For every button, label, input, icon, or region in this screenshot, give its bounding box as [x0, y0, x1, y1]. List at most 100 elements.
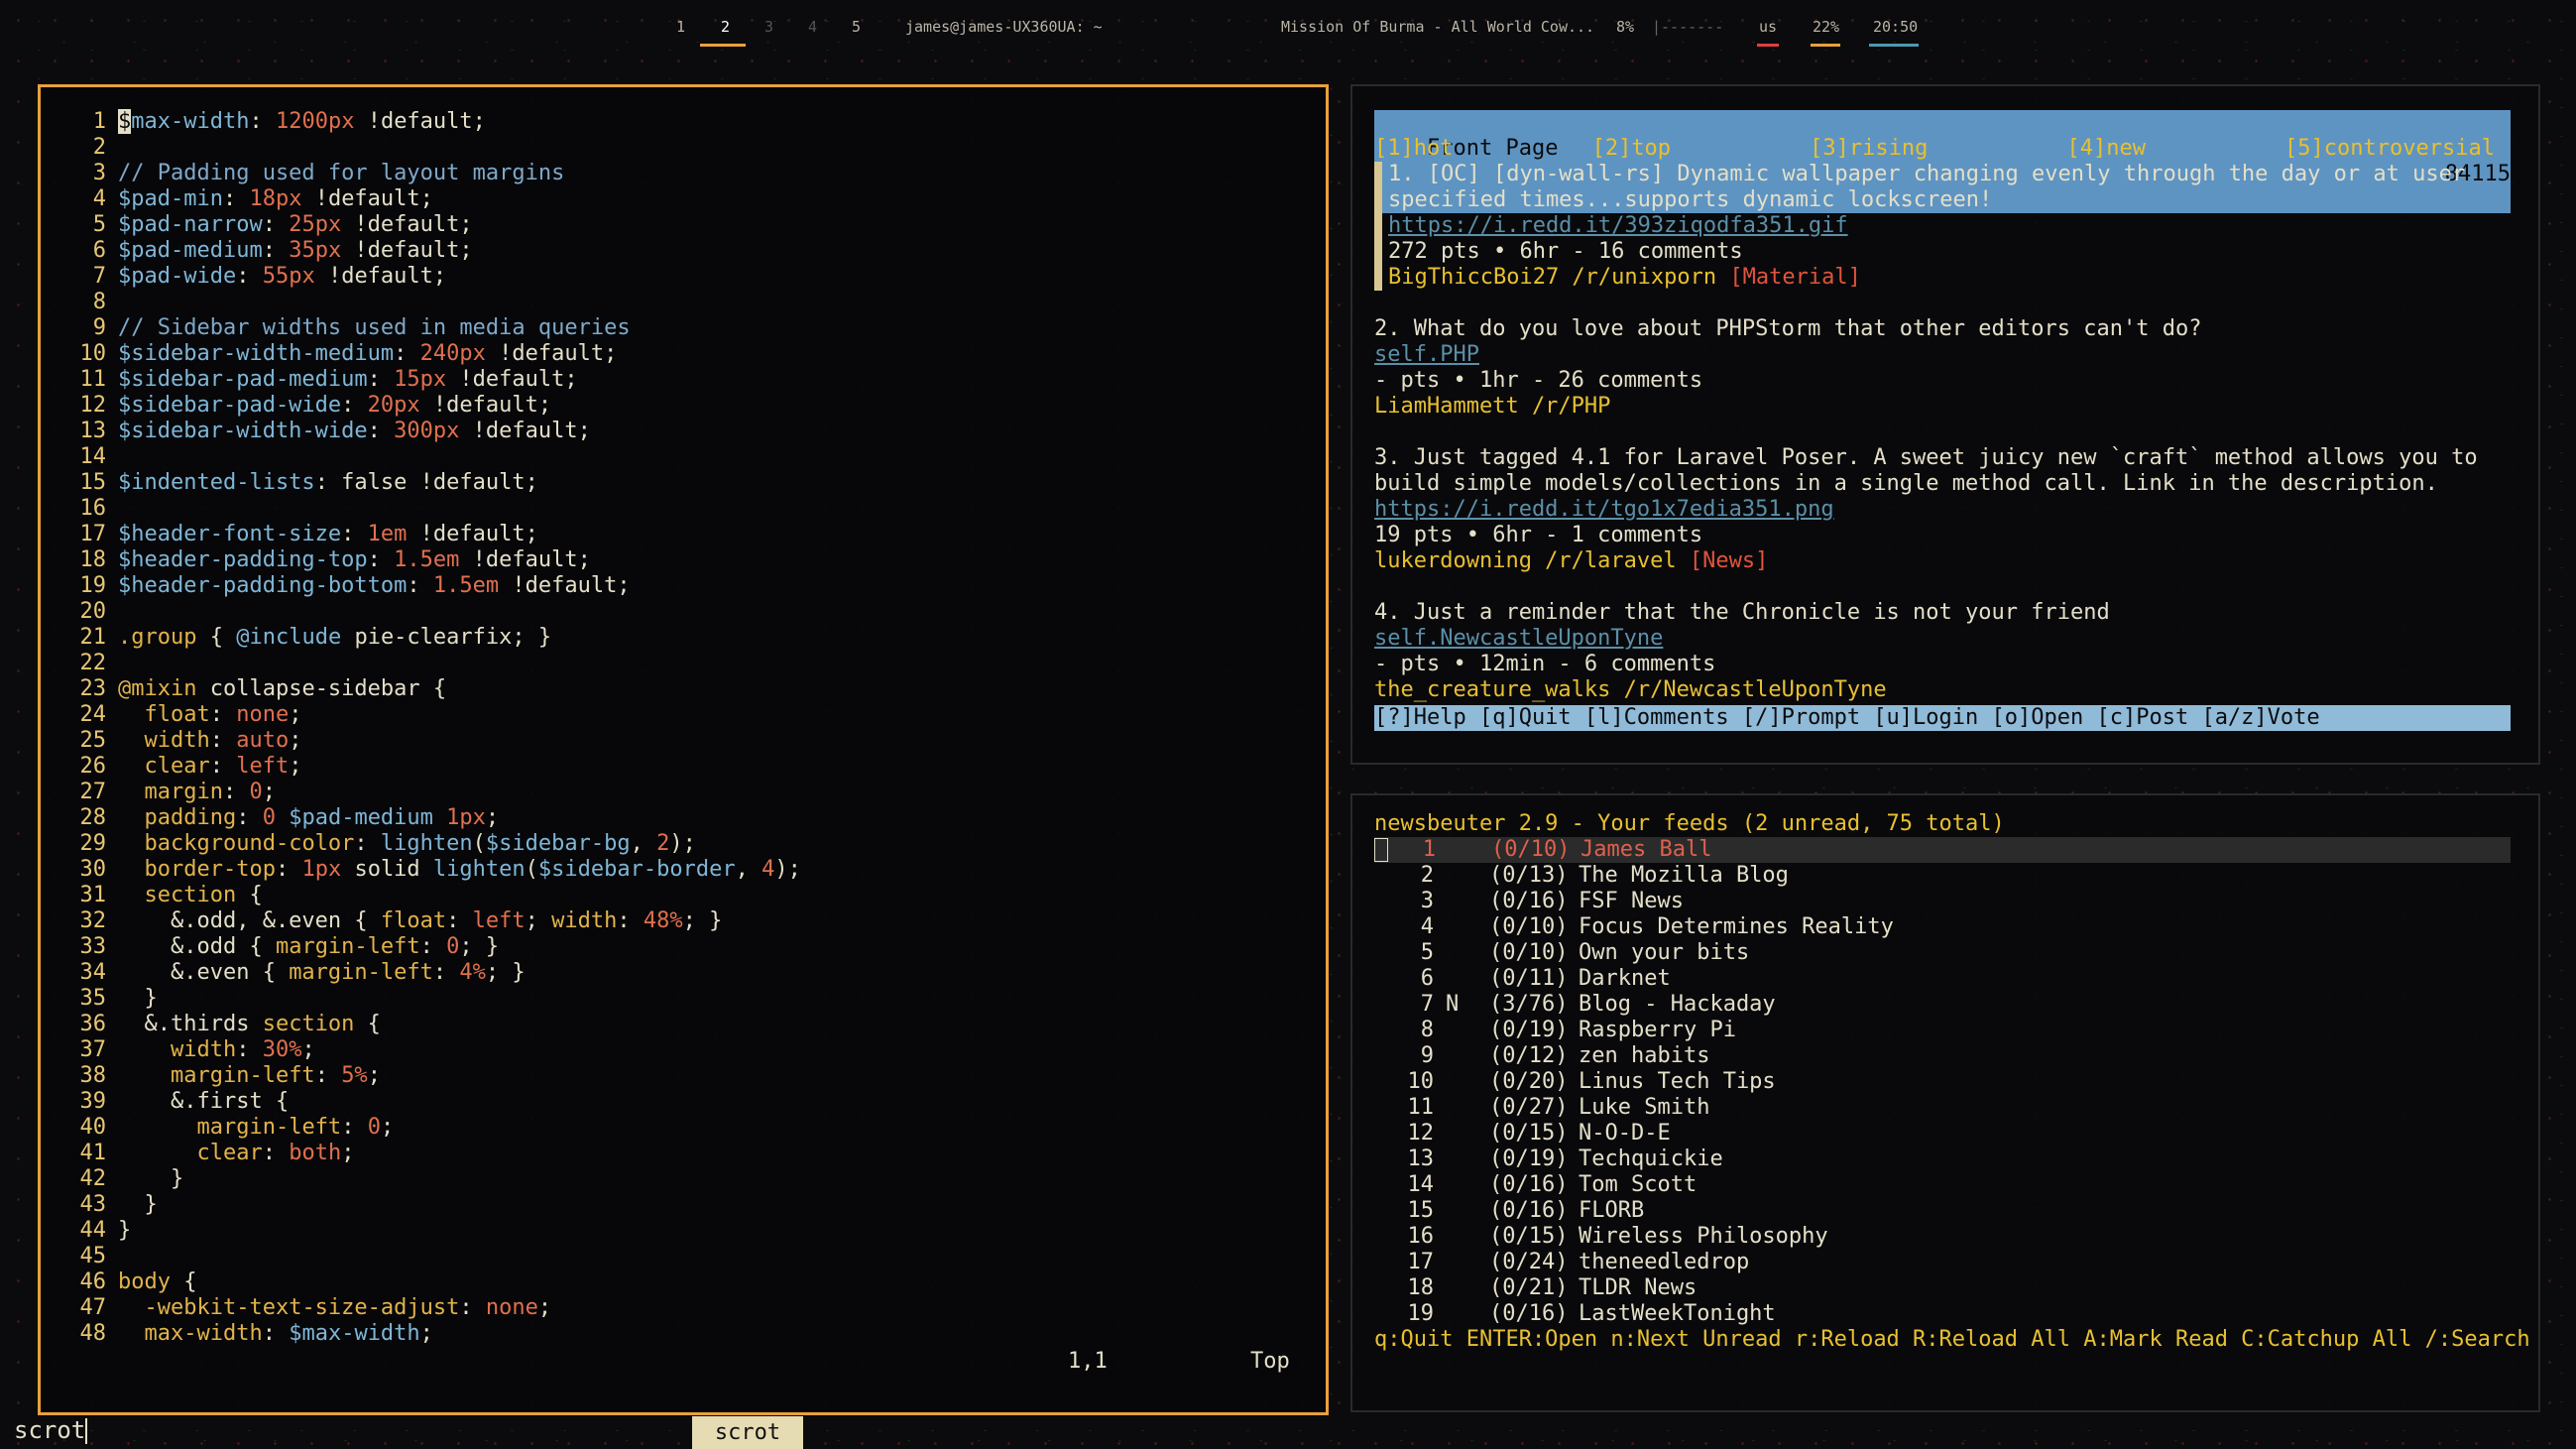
- code-line[interactable]: 8: [41, 290, 801, 315]
- volume-bar[interactable]: |-------: [1652, 18, 1723, 36]
- code-line[interactable]: 10 $sidebar-width-medium: 240px !default;: [41, 341, 801, 367]
- code-line[interactable]: 5 $pad-narrow: 25px !default;: [41, 212, 801, 238]
- code-line[interactable]: 17 $header-font-size: 1em !default;: [41, 522, 801, 547]
- post-link[interactable]: self.PHP: [1374, 342, 1479, 368]
- feed-item[interactable]: 7 N (3/76) Blog - Hackaday: [1374, 992, 1776, 1018]
- code-line[interactable]: 35 }: [41, 986, 801, 1012]
- code-line[interactable]: 42 }: [41, 1166, 801, 1192]
- post-title[interactable]: build simple models/collections in a sin…: [1374, 471, 2438, 497]
- feed-item[interactable]: 1 (0/10) James Ball: [1374, 837, 2511, 863]
- post-link[interactable]: self.NewcastleUponTyne: [1374, 626, 1663, 652]
- code-line[interactable]: 20: [41, 599, 801, 625]
- code-line[interactable]: 15 $indented-lists: false !default;: [41, 470, 801, 496]
- post-user[interactable]: the_creature_walks /r/NewcastleUponTyne: [1374, 677, 1887, 702]
- feed-item[interactable]: 10 (0/20) Linus Tech Tips: [1374, 1069, 1776, 1095]
- feed-item[interactable]: 19 (0/16) LastWeekTonight: [1374, 1301, 1776, 1327]
- tab-controversial[interactable]: [5]controversial: [2284, 136, 2495, 162]
- media-now-playing[interactable]: Mission Of Burma - All World Cow...: [1281, 18, 1594, 36]
- code-line[interactable]: 40 margin-left: 0;: [41, 1115, 801, 1141]
- volume-percent[interactable]: 8%: [1616, 18, 1634, 36]
- reddit-terminal-window[interactable]: Front Page 84115 [1]hot [2]top [3]rising…: [1350, 84, 2540, 765]
- code-line[interactable]: 47 -webkit-text-size-adjust: none;: [41, 1295, 801, 1321]
- workspace-1[interactable]: 1: [676, 18, 685, 36]
- code-line[interactable]: 16: [41, 496, 801, 522]
- workspace-3[interactable]: 3: [764, 18, 773, 36]
- code-line[interactable]: 25 width: auto;: [41, 728, 801, 754]
- taskbar-item-scrot[interactable]: scrot: [692, 1416, 803, 1449]
- code-line[interactable]: 29 background-color: lighten($sidebar-bg…: [41, 831, 801, 857]
- code-line[interactable]: 34 &.even { margin-left: 4%; }: [41, 960, 801, 986]
- tab-new[interactable]: [4]new: [2066, 136, 2145, 162]
- code-line[interactable]: 38 margin-left: 5%;: [41, 1063, 801, 1089]
- feed-item[interactable]: 13 (0/19) Techquickie: [1374, 1147, 1723, 1172]
- feed-item[interactable]: 11 (0/27) Luke Smith: [1374, 1095, 1710, 1121]
- vim-editor-window[interactable]: 1 $max-width: 1200px !default; 2 3// Paddi…: [38, 84, 1329, 1415]
- code-line[interactable]: 45: [41, 1244, 801, 1269]
- post-title[interactable]: 1. [OC] [dyn-wall-rs] Dynamic wallpaper …: [1388, 162, 2465, 187]
- code-line[interactable]: 26 clear: left;: [41, 754, 801, 780]
- post-title[interactable]: 2. What do you love about PHPStorm that …: [1374, 316, 2201, 342]
- code-line[interactable]: 12 $sidebar-pad-wide: 20px !default;: [41, 393, 801, 419]
- code-line[interactable]: 21 .group { @include pie-clearfix; }: [41, 625, 801, 651]
- code-line[interactable]: 14: [41, 444, 801, 470]
- code-line[interactable]: 13 $sidebar-width-wide: 300px !default;: [41, 419, 801, 444]
- code-line[interactable]: 22: [41, 651, 801, 676]
- code-line[interactable]: 41 clear: both;: [41, 1141, 801, 1166]
- feed-item[interactable]: 4 (0/10) Focus Determines Reality: [1374, 914, 1894, 940]
- feed-item[interactable]: 3 (0/16) FSF News: [1374, 889, 1684, 914]
- code-line[interactable]: 27 margin: 0;: [41, 780, 801, 805]
- feed-item[interactable]: 8 (0/19) Raspberry Pi: [1374, 1018, 1736, 1043]
- feed-item[interactable]: 18 (0/21) TLDR News: [1374, 1275, 1698, 1301]
- workspace-4[interactable]: 4: [808, 18, 817, 36]
- code-line[interactable]: 19 $header-padding-bottom: 1.5em !default…: [41, 573, 801, 599]
- code-line[interactable]: 2: [41, 135, 801, 161]
- code-line[interactable]: 3 // Padding used for layout margins: [41, 161, 801, 186]
- code-line[interactable]: 44}: [41, 1218, 801, 1244]
- code-line[interactable]: 23 @mixin collapse-sidebar {: [41, 676, 801, 702]
- code-line[interactable]: 9 // Sidebar widths used in media queries: [41, 315, 801, 341]
- code-line[interactable]: 33 &.odd { margin-left: 0; }: [41, 934, 801, 960]
- feed-item[interactable]: 17 (0/24) theneedledrop: [1374, 1250, 1750, 1275]
- tab-hot[interactable]: [1]hot: [1374, 136, 1453, 162]
- code-line[interactable]: 30 border-top: 1px solid lighten($sideba…: [41, 857, 801, 883]
- code-line[interactable]: 31 section {: [41, 883, 801, 908]
- feed-item[interactable]: 15 (0/16) FLORB: [1374, 1198, 1645, 1224]
- tab-top[interactable]: [2]top: [1592, 136, 1671, 162]
- code-line[interactable]: 18 $header-padding-top: 1.5em !default;: [41, 547, 801, 573]
- feed-item[interactable]: 6 (0/11) Darknet: [1374, 966, 1671, 992]
- post-link[interactable]: https://i.redd.it/393ziqodfa351.gif: [1388, 213, 1848, 239]
- newsbeuter-window[interactable]: newsbeuter 2.9 - Your feeds (2 unread, 7…: [1350, 793, 2540, 1412]
- code-line[interactable]: 36 &.thirds section {: [41, 1012, 801, 1037]
- post-user[interactable]: BigThiccBoi27 /r/unixporn: [1388, 265, 1729, 290]
- code-line[interactable]: 39 &.first {: [41, 1089, 801, 1115]
- code-line[interactable]: 6 $pad-medium: 35px !default;: [41, 238, 801, 264]
- command-prompt[interactable]: scrot: [14, 1416, 88, 1444]
- code-line[interactable]: 1 $max-width: 1200px !default;: [41, 109, 801, 135]
- feed-item[interactable]: 14 (0/16) Tom Scott: [1374, 1172, 1698, 1198]
- workspace-2[interactable]: 2: [721, 18, 730, 36]
- code-line[interactable]: 43 }: [41, 1192, 801, 1218]
- post-user[interactable]: LiamHammett /r/PHP: [1374, 394, 1610, 419]
- tab-rising[interactable]: [3]rising: [1810, 136, 1928, 162]
- workspace-5[interactable]: 5: [852, 18, 861, 36]
- post-link[interactable]: https://i.redd.it/tgo1x7edia351.png: [1374, 497, 1834, 523]
- code-line[interactable]: 11 $sidebar-pad-medium: 15px !default;: [41, 367, 801, 393]
- feed-item[interactable]: 16 (0/15) Wireless Philosophy: [1374, 1224, 1828, 1250]
- feed-item[interactable]: 9 (0/12) zen habits: [1374, 1043, 1710, 1069]
- code-line[interactable]: 37 width: 30%;: [41, 1037, 801, 1063]
- code-buffer[interactable]: 1 $max-width: 1200px !default; 2 3// Paddi…: [41, 109, 801, 1347]
- feed-item[interactable]: 5 (0/10) Own your bits: [1374, 940, 1749, 966]
- post-user[interactable]: lukerdowning /r/laravel: [1374, 548, 1690, 573]
- code-line[interactable]: 32 &.odd, &.even { float: left; width: 4…: [41, 908, 801, 934]
- code-line[interactable]: 28 padding: 0 $pad-medium 1px;: [41, 805, 801, 831]
- code-line[interactable]: 48 max-width: $max-width;: [41, 1321, 801, 1347]
- code-line[interactable]: 46 body {: [41, 1269, 801, 1295]
- feed-item[interactable]: 2 (0/13) The Mozilla Blog: [1374, 863, 1789, 889]
- post-title[interactable]: 4. Just a reminder that the Chronicle is…: [1374, 600, 2110, 626]
- code-line[interactable]: 7 $pad-wide: 55px !default;: [41, 264, 801, 290]
- code-line[interactable]: 4 $pad-min: 18px !default;: [41, 186, 801, 212]
- post-title[interactable]: specified times...supports dynamic locks…: [1388, 187, 1992, 213]
- code-line[interactable]: 24 float: none;: [41, 702, 801, 728]
- post-title[interactable]: 3. Just tagged 4.1 for Laravel Poser. A …: [1374, 445, 2478, 471]
- feed-item[interactable]: 12 (0/15) N-O-D-E: [1374, 1121, 1671, 1147]
